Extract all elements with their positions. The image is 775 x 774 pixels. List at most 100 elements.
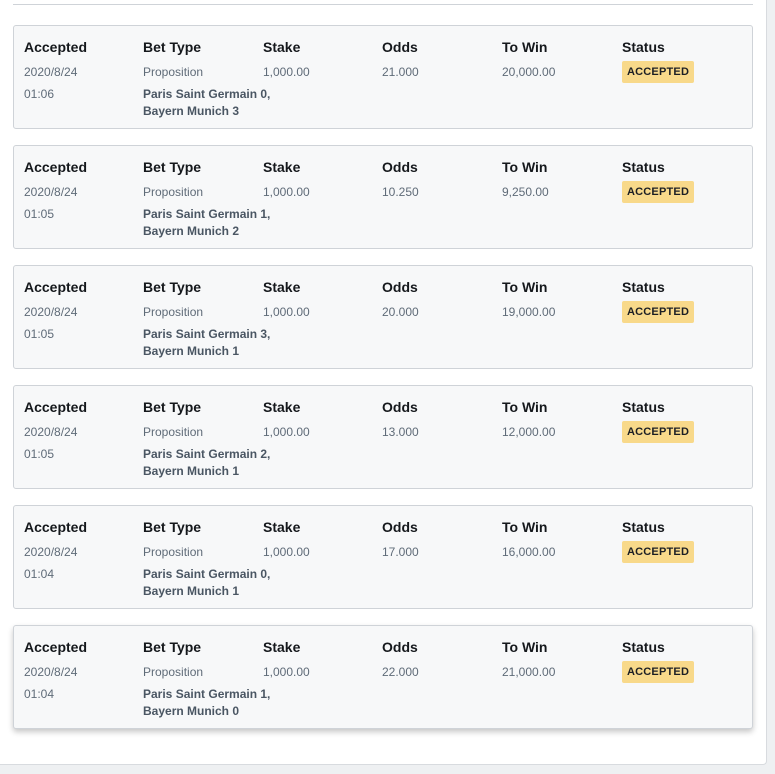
status-badge: ACCEPTED [622, 181, 695, 203]
stake-value: 1,000.00 [263, 305, 310, 319]
bet-card: Accepted 2020/8/24 01:04 Bet Type Propos… [13, 625, 753, 729]
odds-value: 13.000 [382, 425, 419, 439]
bet-type-value: Proposition [143, 305, 204, 319]
status-badge: ACCEPTED [622, 301, 695, 323]
odds-value: 17.000 [382, 545, 419, 559]
bet-type-column: Bet Type Proposition Paris Saint Germain… [143, 279, 270, 360]
to-win-column: To Win 16,000.00 [502, 519, 555, 559]
bet-type-column: Bet Type Proposition Paris Saint Germain… [143, 519, 270, 600]
bet-card: Accepted 2020/8/24 01:06 Bet Type Propos… [13, 25, 753, 129]
stake-column: Stake 1,000.00 [263, 519, 310, 559]
status-badge: ACCEPTED [622, 61, 695, 83]
accepted-column: Accepted 2020/8/24 01:05 [24, 279, 87, 341]
bet-list: Accepted 2020/8/24 01:06 Bet Type Propos… [13, 25, 753, 729]
odds-header: Odds [382, 159, 418, 175]
to-win-header: To Win [502, 159, 548, 175]
bet-type-header: Bet Type [143, 39, 202, 55]
bet-selection: Paris Saint Germain 1, Bayern Munich 0 [143, 687, 271, 718]
bet-time: 01:05 [24, 447, 55, 461]
accepted-header: Accepted [24, 279, 88, 295]
accepted-column: Accepted 2020/8/24 01:04 [24, 519, 87, 581]
to-win-header: To Win [502, 279, 548, 295]
odds-value: 22.000 [382, 665, 419, 679]
bet-card: Accepted 2020/8/24 01:04 Bet Type Propos… [13, 505, 753, 609]
status-header: Status [622, 159, 665, 175]
bet-selection: Paris Saint Germain 0, Bayern Munich 1 [143, 567, 271, 598]
stake-column: Stake 1,000.00 [263, 159, 310, 199]
to-win-column: To Win 19,000.00 [502, 279, 555, 319]
to-win-value: 12,000.00 [502, 425, 556, 439]
odds-column: Odds 17.000 [382, 519, 419, 559]
stake-value: 1,000.00 [263, 65, 310, 79]
odds-column: Odds 10.250 [382, 159, 419, 199]
to-win-header: To Win [502, 39, 548, 55]
accepted-column: Accepted 2020/8/24 01:04 [24, 639, 87, 701]
odds-header: Odds [382, 639, 418, 655]
bet-date: 2020/8/24 [24, 665, 78, 679]
bet-time: 01:04 [24, 687, 55, 701]
status-column: Status ACCEPTED [622, 639, 695, 683]
accepted-header: Accepted [24, 159, 88, 175]
odds-value: 20.000 [382, 305, 419, 319]
stake-value: 1,000.00 [263, 425, 310, 439]
odds-header: Odds [382, 279, 418, 295]
accepted-column: Accepted 2020/8/24 01:05 [24, 159, 87, 221]
bet-time: 01:04 [24, 567, 55, 581]
stake-header: Stake [263, 39, 301, 55]
bet-date: 2020/8/24 [24, 425, 78, 439]
to-win-value: 20,000.00 [502, 65, 556, 79]
stake-value: 1,000.00 [263, 185, 310, 199]
bet-type-header: Bet Type [143, 279, 202, 295]
odds-column: Odds 13.000 [382, 399, 419, 439]
bet-type-header: Bet Type [143, 639, 202, 655]
to-win-header: To Win [502, 399, 548, 415]
stake-header: Stake [263, 399, 301, 415]
odds-value: 21.000 [382, 65, 419, 79]
bet-selection: Paris Saint Germain 2, Bayern Munich 1 [143, 447, 271, 478]
to-win-value: 9,250.00 [502, 185, 549, 199]
bet-type-value: Proposition [143, 425, 204, 439]
bet-selection: Paris Saint Germain 1, Bayern Munich 2 [143, 207, 271, 238]
bet-type-value: Proposition [143, 65, 204, 79]
divider [13, 4, 753, 5]
status-header: Status [622, 279, 665, 295]
odds-value: 10.250 [382, 185, 419, 199]
bet-time: 01:05 [24, 327, 55, 341]
odds-column: Odds 22.000 [382, 639, 419, 679]
status-badge: ACCEPTED [622, 421, 695, 443]
accepted-column: Accepted 2020/8/24 01:06 [24, 39, 87, 101]
stake-column: Stake 1,000.00 [263, 39, 310, 79]
bet-type-value: Proposition [143, 665, 204, 679]
stake-value: 1,000.00 [263, 545, 310, 559]
stake-header: Stake [263, 279, 301, 295]
bet-type-column: Bet Type Proposition Paris Saint Germain… [143, 159, 270, 240]
to-win-column: To Win 9,250.00 [502, 159, 549, 199]
bet-type-header: Bet Type [143, 399, 202, 415]
bet-selection: Paris Saint Germain 3, Bayern Munich 1 [143, 327, 271, 358]
bet-date: 2020/8/24 [24, 65, 78, 79]
status-header: Status [622, 399, 665, 415]
status-column: Status ACCEPTED [622, 399, 695, 443]
bet-type-column: Bet Type Proposition Paris Saint Germain… [143, 39, 270, 120]
status-column: Status ACCEPTED [622, 159, 695, 203]
bet-type-value: Proposition [143, 545, 204, 559]
odds-header: Odds [382, 39, 418, 55]
status-header: Status [622, 639, 665, 655]
bet-card: Accepted 2020/8/24 01:05 Bet Type Propos… [13, 385, 753, 489]
bet-history-panel: Accepted 2020/8/24 01:06 Bet Type Propos… [0, 0, 767, 765]
to-win-header: To Win [502, 639, 548, 655]
status-column: Status ACCEPTED [622, 279, 695, 323]
bet-selection: Paris Saint Germain 0, Bayern Munich 3 [143, 87, 271, 118]
stake-column: Stake 1,000.00 [263, 279, 310, 319]
bet-card: Accepted 2020/8/24 01:05 Bet Type Propos… [13, 145, 753, 249]
to-win-header: To Win [502, 519, 548, 535]
bet-date: 2020/8/24 [24, 305, 78, 319]
odds-column: Odds 20.000 [382, 279, 419, 319]
bet-time: 01:06 [24, 87, 55, 101]
to-win-value: 19,000.00 [502, 305, 556, 319]
status-column: Status ACCEPTED [622, 39, 695, 83]
bet-type-header: Bet Type [143, 519, 202, 535]
to-win-value: 16,000.00 [502, 545, 556, 559]
bet-type-column: Bet Type Proposition Paris Saint Germain… [143, 639, 270, 720]
stake-value: 1,000.00 [263, 665, 310, 679]
